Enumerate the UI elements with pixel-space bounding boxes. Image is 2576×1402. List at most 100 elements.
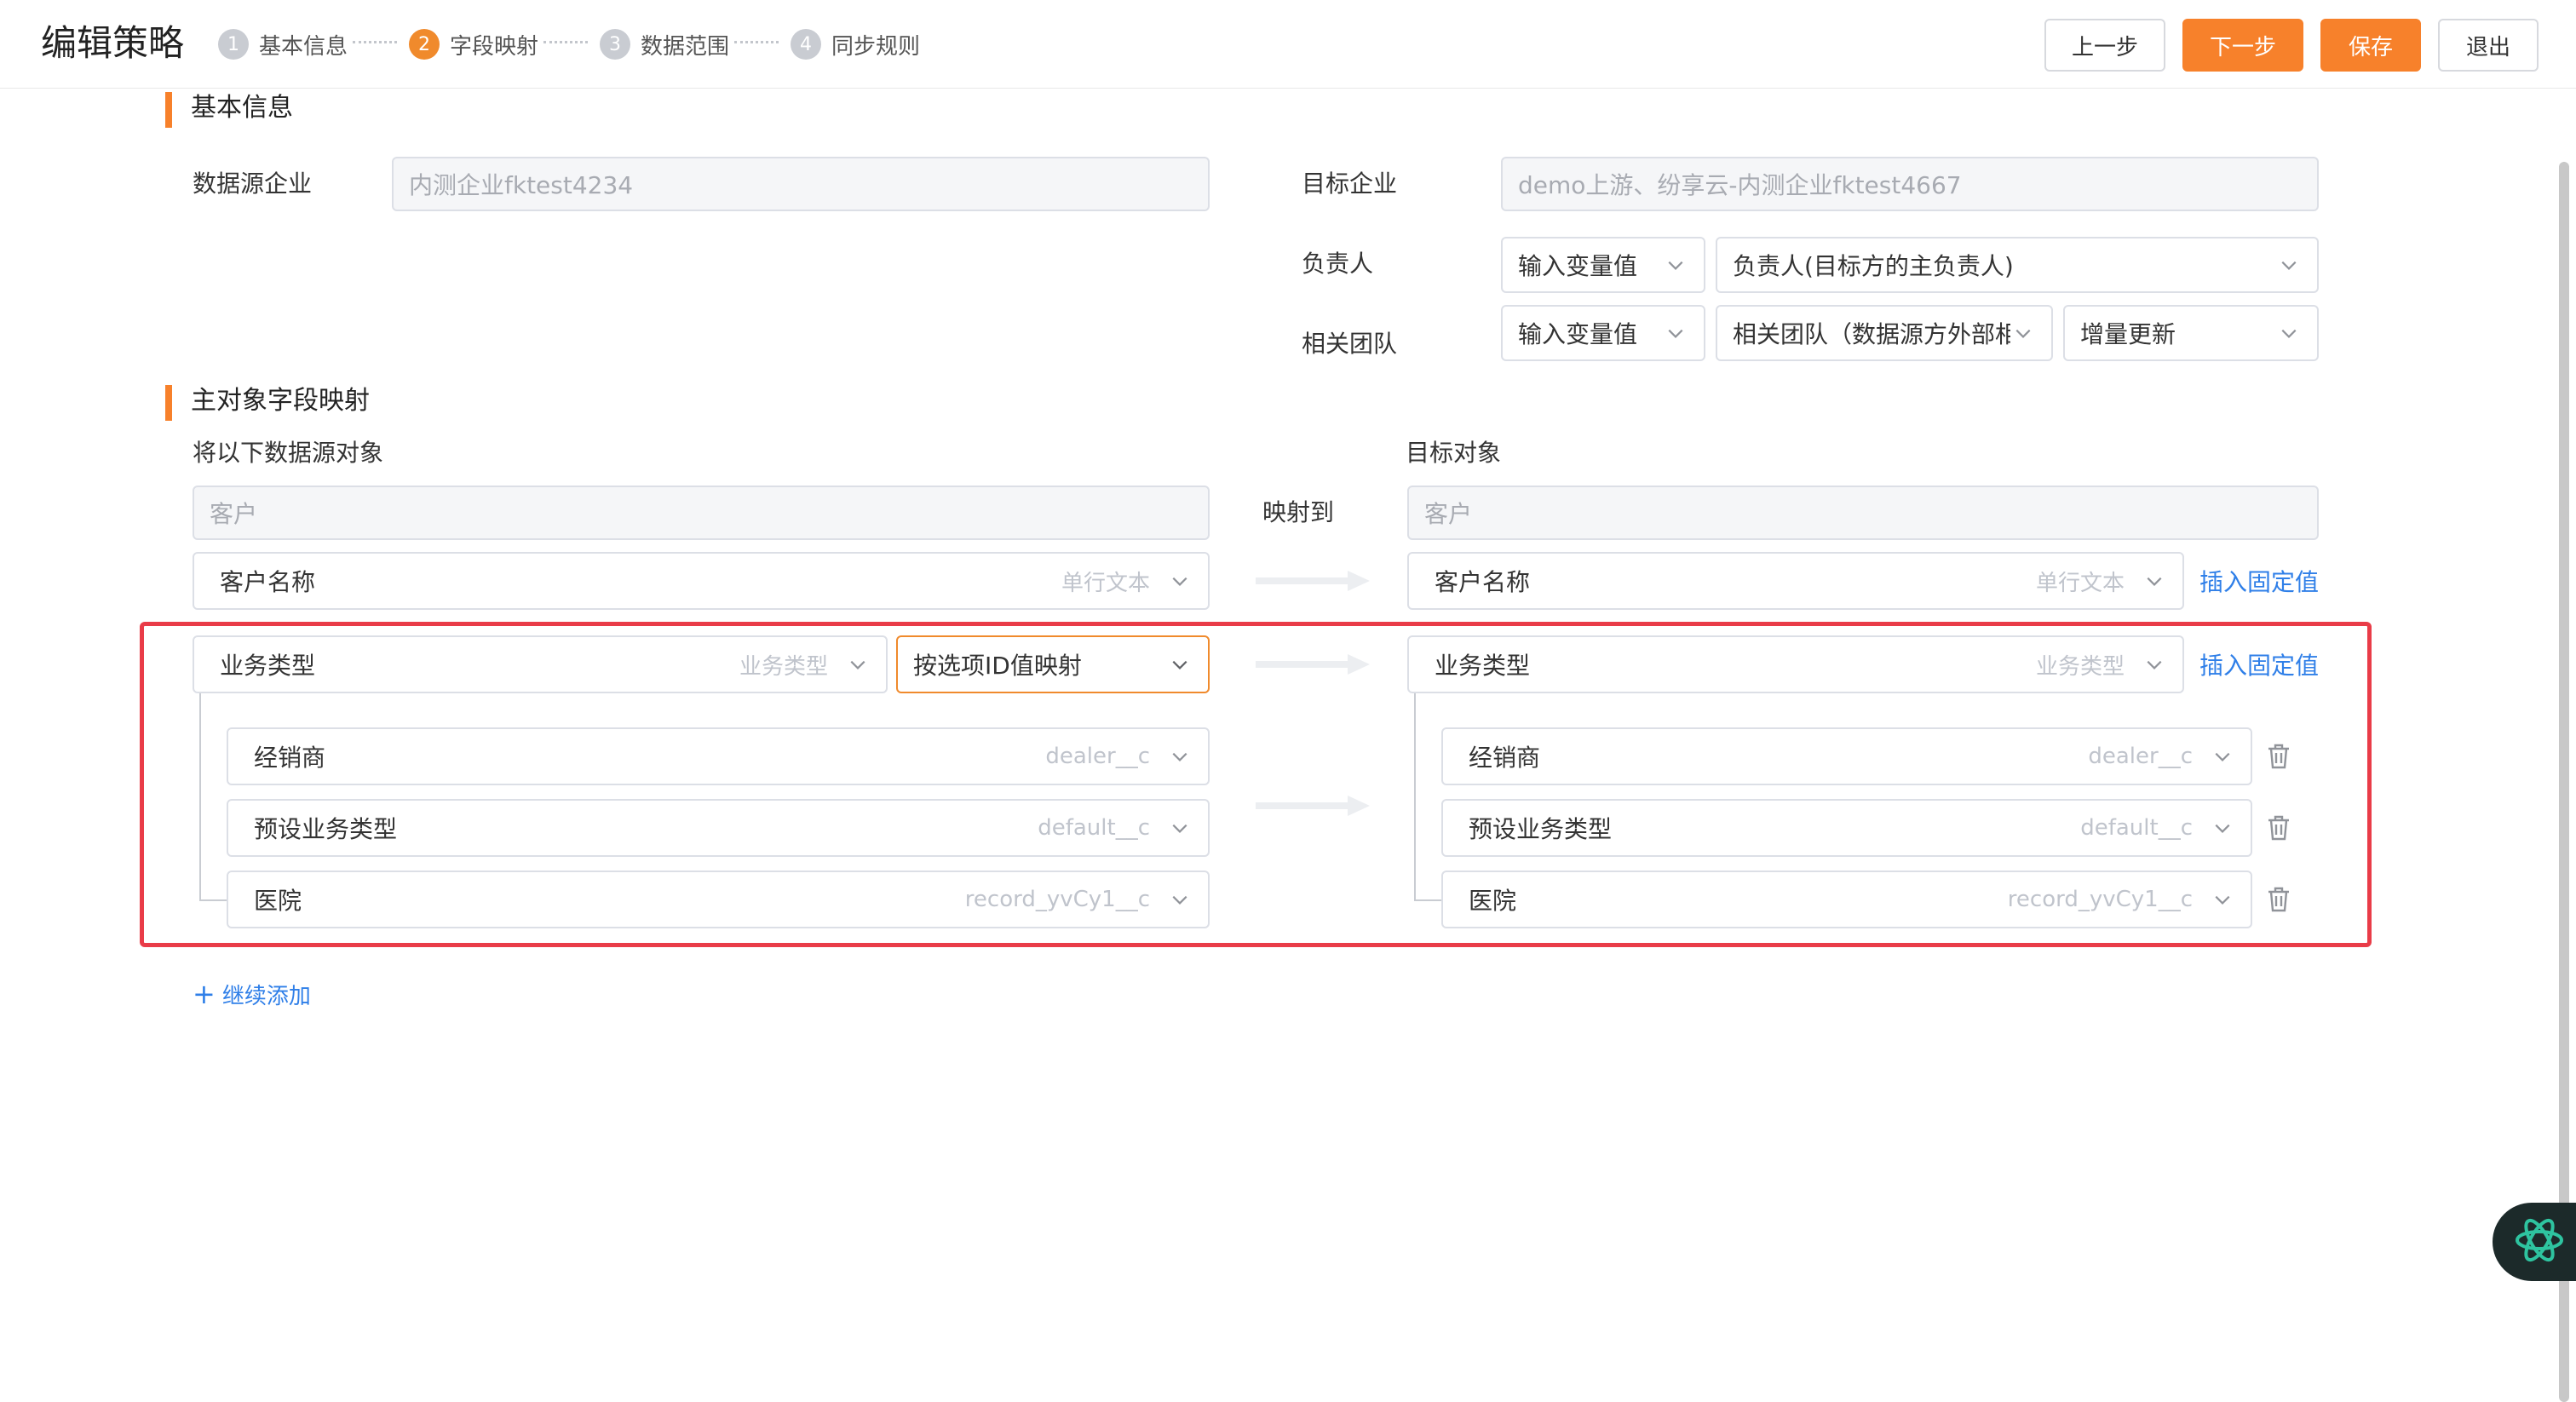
- field-value: 客户: [210, 500, 258, 528]
- map-arrow-icon: [1256, 794, 1371, 818]
- trash-icon[interactable]: [2266, 743, 2291, 770]
- exit-button[interactable]: 退出: [2438, 19, 2539, 72]
- target-object-field: 客户: [1407, 486, 2319, 540]
- chevron-down-icon: [2210, 815, 2235, 841]
- team-update-select[interactable]: 增量更新: [2063, 305, 2319, 361]
- source-option-select[interactable]: 预设业务类型 default__c: [227, 799, 1210, 857]
- add-more-button[interactable]: + 继续添加: [193, 978, 311, 1010]
- select-value: 输入变量值: [1518, 252, 1638, 280]
- owner-value-select[interactable]: 负责人(目标方的主负责人): [1716, 237, 2319, 293]
- save-button[interactable]: 保存: [2320, 19, 2421, 72]
- map-arrow-icon: [1256, 652, 1371, 676]
- source-company-label: 数据源企业: [193, 170, 313, 198]
- option-api-name: dealer__c: [1045, 744, 1150, 769]
- step-sync-rules[interactable]: 4 同步规则: [791, 24, 920, 65]
- chevron-down-icon: [1663, 252, 1688, 278]
- chevron-down-icon: [2276, 252, 2302, 278]
- option-api-name: default__c: [2080, 815, 2193, 841]
- field-value: demo上游、纷享云-内测企业fktest4667: [1518, 171, 1962, 199]
- chevron-down-icon: [1167, 744, 1193, 769]
- next-button[interactable]: 下一步: [2182, 19, 2303, 72]
- step-data-range[interactable]: 3 数据范围: [600, 24, 729, 65]
- field-type: 单行文本: [2035, 570, 2125, 596]
- field-type: 业务类型: [739, 653, 828, 680]
- team-value-select[interactable]: 相关团队（数据源方外部相: [1716, 305, 2053, 361]
- insert-fixed-value-link[interactable]: 插入固定值: [2199, 564, 2319, 598]
- step-number: 2: [409, 29, 440, 60]
- target-field-select[interactable]: 客户名称 单行文本: [1407, 552, 2184, 610]
- source-field-select[interactable]: 客户名称 单行文本: [193, 552, 1210, 610]
- prev-button[interactable]: 上一步: [2044, 19, 2165, 72]
- chevron-down-icon: [1167, 815, 1193, 841]
- option-name: 经销商: [1469, 744, 1541, 772]
- chevron-down-icon: [2276, 320, 2302, 346]
- section-marker: [165, 385, 172, 421]
- source-field-select[interactable]: 业务类型 业务类型: [193, 635, 888, 693]
- add-more-label: 继续添加: [221, 983, 311, 1009]
- field-name: 客户名称: [220, 568, 316, 596]
- map-arrow-icon: [1256, 569, 1371, 593]
- target-company-field: demo上游、纷享云-内测企业fktest4667: [1501, 157, 2319, 211]
- assistant-fab[interactable]: [2493, 1203, 2576, 1281]
- tree-line: [1414, 693, 1416, 901]
- option-api-name: dealer__c: [2088, 744, 2193, 769]
- source-option-select[interactable]: 医院 record_yvCy1__c: [227, 871, 1210, 928]
- source-object-field: 客户: [193, 486, 1210, 540]
- chevron-down-icon: [845, 652, 871, 677]
- chevron-down-icon: [2210, 887, 2235, 912]
- target-company-label: 目标企业: [1302, 170, 1398, 198]
- step-number: 4: [791, 29, 821, 60]
- basic-info-title: 基本信息: [191, 93, 293, 123]
- select-value: 按选项ID值映射: [913, 652, 1082, 680]
- chevron-down-icon: [1167, 652, 1193, 677]
- step-label: 基本信息: [259, 33, 348, 60]
- target-field-select[interactable]: 业务类型 业务类型: [1407, 635, 2184, 693]
- map-to-label: 映射到: [1262, 498, 1335, 526]
- tree-line: [199, 693, 201, 901]
- option-api-name: record_yvCy1__c: [964, 887, 1150, 912]
- source-object-header: 将以下数据源对象: [193, 439, 384, 467]
- target-option-select[interactable]: 预设业务类型 default__c: [1441, 799, 2252, 857]
- source-option-select[interactable]: 经销商 dealer__c: [227, 727, 1210, 785]
- chevron-down-icon: [2210, 744, 2235, 769]
- field-value: 内测企业fktest4234: [409, 171, 634, 199]
- step-field-mapping[interactable]: 2 字段映射: [409, 24, 538, 65]
- option-name: 医院: [254, 887, 302, 915]
- field-type: 单行文本: [1061, 570, 1150, 596]
- chevron-down-icon: [2142, 652, 2167, 677]
- source-company-field: 内测企业fktest4234: [392, 157, 1210, 211]
- chevron-down-icon: [2010, 320, 2036, 346]
- field-type: 业务类型: [2035, 653, 2125, 680]
- target-object-header: 目标对象: [1406, 439, 1502, 467]
- openai-logo-icon: [2513, 1214, 2566, 1270]
- chevron-down-icon: [1663, 320, 1688, 346]
- mapping-mode-select[interactable]: 按选项ID值映射: [896, 635, 1210, 693]
- field-name: 业务类型: [220, 652, 316, 680]
- step-number: 3: [600, 29, 630, 60]
- step-separator: [353, 41, 397, 46]
- team-label: 相关团队: [1302, 330, 1398, 358]
- team-mode-select[interactable]: 输入变量值: [1501, 305, 1705, 361]
- step-basic-info[interactable]: 1 基本信息: [218, 24, 348, 65]
- target-option-select[interactable]: 经销商 dealer__c: [1441, 727, 2252, 785]
- mapping-title: 主对象字段映射: [191, 386, 370, 416]
- select-value: 输入变量值: [1518, 320, 1638, 348]
- chevron-down-icon: [2142, 568, 2167, 594]
- plus-icon: +: [193, 978, 216, 1010]
- insert-fixed-value-link[interactable]: 插入固定值: [2199, 647, 2319, 681]
- tree-line: [1414, 899, 1441, 901]
- chevron-down-icon: [1167, 887, 1193, 912]
- trash-icon[interactable]: [2266, 814, 2291, 842]
- section-marker: [165, 92, 172, 128]
- option-name: 医院: [1469, 887, 1517, 915]
- step-label: 字段映射: [450, 33, 539, 60]
- owner-mode-select[interactable]: 输入变量值: [1501, 237, 1705, 293]
- trash-icon[interactable]: [2266, 886, 2291, 913]
- field-name: 业务类型: [1435, 652, 1531, 680]
- step-label: 同步规则: [831, 33, 921, 60]
- step-separator: [734, 41, 779, 46]
- target-option-select[interactable]: 医院 record_yvCy1__c: [1441, 871, 2252, 928]
- field-name: 客户名称: [1435, 568, 1531, 596]
- owner-label: 负责人: [1302, 250, 1374, 278]
- select-value: 增量更新: [2080, 320, 2176, 348]
